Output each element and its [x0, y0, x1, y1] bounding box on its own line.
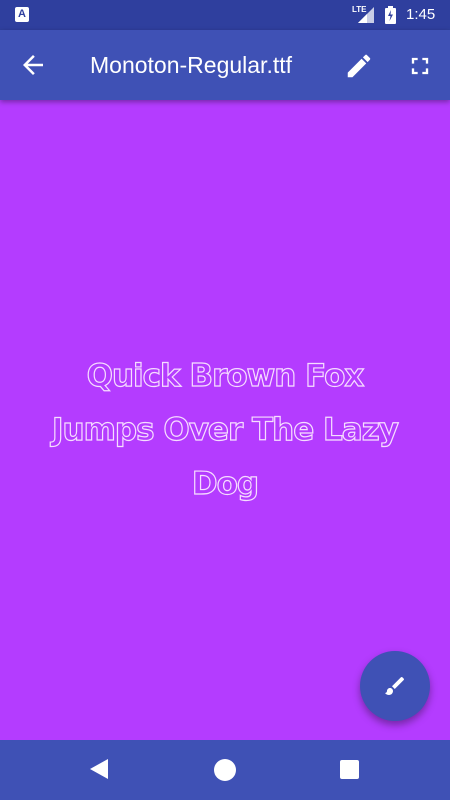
paintbrush-icon: [385, 676, 405, 695]
battery-icon: [385, 6, 396, 24]
back-arrow-icon: [23, 55, 43, 75]
fullscreen-button[interactable]: [406, 52, 434, 80]
nav-home-icon[interactable]: [214, 759, 236, 781]
page-title: Monoton-Regular.ttf: [90, 52, 293, 78]
pencil-icon: [347, 54, 371, 78]
back-button[interactable]: [18, 50, 48, 80]
font-preview-screen: A LTE 1:45 Monoton-Regular.ttf Quick Bro…: [0, 0, 450, 800]
status-bar: A LTE 1:45: [0, 0, 450, 30]
signal-icon: [358, 7, 374, 23]
nav-back-icon[interactable]: [89, 758, 109, 780]
clock: 1:45: [406, 6, 436, 23]
nav-recents-icon[interactable]: [340, 760, 359, 779]
navigation-bar: [0, 740, 450, 800]
edit-text-button[interactable]: [344, 51, 374, 81]
font-preview-text: Quick Brown Fox Jumps Over The Lazy Dog: [51, 357, 399, 502]
fullscreen-icon: [411, 57, 429, 75]
app-notification-icon: A: [15, 7, 29, 22]
app-bar: Monoton-Regular.ttf: [0, 30, 450, 100]
style-fab-button[interactable]: [360, 651, 430, 721]
